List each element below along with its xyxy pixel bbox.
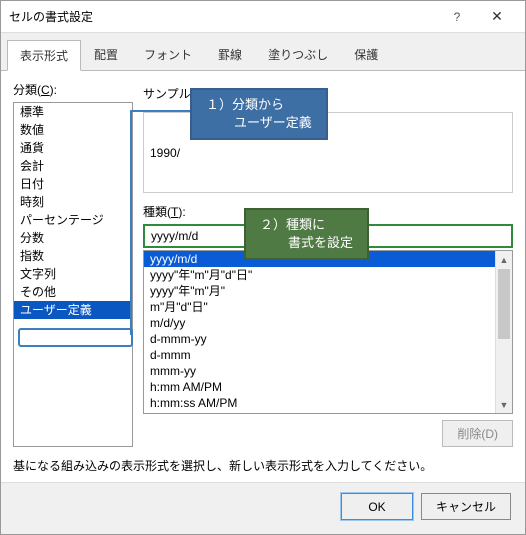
category-item[interactable]: 時刻	[14, 193, 132, 211]
sample-value: 1990/	[150, 146, 180, 160]
type-scrollbar[interactable]: ▲ ▼	[495, 251, 512, 413]
tab-label: 塗りつぶし	[268, 48, 328, 62]
cancel-button[interactable]: キャンセル	[421, 493, 511, 520]
sample-label: サンプル	[143, 85, 191, 102]
help-icon[interactable]: ?	[437, 3, 477, 31]
category-label: 分類(C):	[13, 81, 133, 98]
type-list-item[interactable]: yyyy"年"m"月"	[144, 283, 512, 299]
tab-format[interactable]: 表示形式	[7, 40, 81, 71]
tab-fill[interactable]: 塗りつぶし	[255, 39, 341, 70]
footer: OK キャンセル	[1, 482, 525, 534]
category-item[interactable]: 分数	[14, 229, 132, 247]
tab-alignment[interactable]: 配置	[81, 39, 131, 70]
callout-line: 書式を設定	[260, 234, 353, 252]
scroll-down-icon[interactable]: ▼	[496, 396, 512, 413]
type-list-item[interactable]: d-mmm	[144, 347, 512, 363]
type-list-item[interactable]: yyyy"年"m"月"d"日"	[144, 267, 512, 283]
scroll-up-icon[interactable]: ▲	[496, 251, 512, 268]
delete-row: 削除(D)	[143, 420, 513, 447]
type-list-item[interactable]: h:mm	[144, 411, 512, 414]
category-item[interactable]: 指数	[14, 247, 132, 265]
category-item[interactable]: その他	[14, 283, 132, 301]
category-item[interactable]: 通貨	[14, 139, 132, 157]
annotation-callout-1: １）分類から ユーザー定義	[190, 88, 328, 140]
type-list-item[interactable]: h:mm AM/PM	[144, 379, 512, 395]
tab-protection[interactable]: 保護	[341, 39, 391, 70]
category-item[interactable]: パーセンテージ	[14, 211, 132, 229]
category-item[interactable]: 会計	[14, 157, 132, 175]
tab-label: フォント	[144, 48, 192, 62]
category-item[interactable]: 日付	[14, 175, 132, 193]
tab-label: 罫線	[218, 48, 242, 62]
type-list-item[interactable]: h:mm:ss AM/PM	[144, 395, 512, 411]
titlebar: セルの書式設定 ? ✕	[1, 1, 525, 33]
category-listbox[interactable]: 標準 数値 通貨 会計 日付 時刻 パーセンテージ 分数 指数 文字列 その他 …	[13, 102, 133, 447]
tab-bar: 表示形式 配置 フォント 罫線 塗りつぶし 保護	[1, 33, 525, 71]
annotation-callout-2: ２）種類に 書式を設定	[244, 208, 369, 260]
category-item[interactable]: 文字列	[14, 265, 132, 283]
callout-line: ユーザー定義	[206, 114, 312, 132]
dialog-window: セルの書式設定 ? ✕ 表示形式 配置 フォント 罫線 塗りつぶし 保護 分類(…	[0, 0, 526, 535]
close-icon[interactable]: ✕	[477, 3, 517, 31]
type-listbox[interactable]: yyyy/m/d yyyy"年"m"月"d"日" yyyy"年"m"月" m"月…	[143, 250, 513, 414]
scroll-thumb[interactable]	[498, 269, 510, 339]
callout-line: １）分類から	[206, 96, 312, 114]
type-list-item[interactable]: m"月"d"日"	[144, 299, 512, 315]
category-item[interactable]: 標準	[14, 103, 132, 121]
category-item[interactable]: 数値	[14, 121, 132, 139]
ok-button[interactable]: OK	[341, 493, 413, 520]
tab-font[interactable]: フォント	[131, 39, 205, 70]
category-item-user-defined[interactable]: ユーザー定義	[14, 301, 132, 319]
delete-button[interactable]: 削除(D)	[442, 420, 513, 447]
window-title: セルの書式設定	[9, 8, 437, 25]
tab-label: 表示形式	[20, 49, 68, 63]
category-column: 分類(C): 標準 数値 通貨 会計 日付 時刻 パーセンテージ 分数 指数 文…	[13, 81, 133, 447]
type-list-item[interactable]: m/d/yy	[144, 315, 512, 331]
hint-text: 基になる組み込みの表示形式を選択し、新しい表示形式を入力してください。	[13, 457, 513, 474]
type-list-item[interactable]: mmm-yy	[144, 363, 512, 379]
tab-label: 保護	[354, 48, 378, 62]
callout-line: ２）種類に	[260, 216, 353, 234]
tab-border[interactable]: 罫線	[205, 39, 255, 70]
type-list-item[interactable]: d-mmm-yy	[144, 331, 512, 347]
tab-label: 配置	[94, 48, 118, 62]
